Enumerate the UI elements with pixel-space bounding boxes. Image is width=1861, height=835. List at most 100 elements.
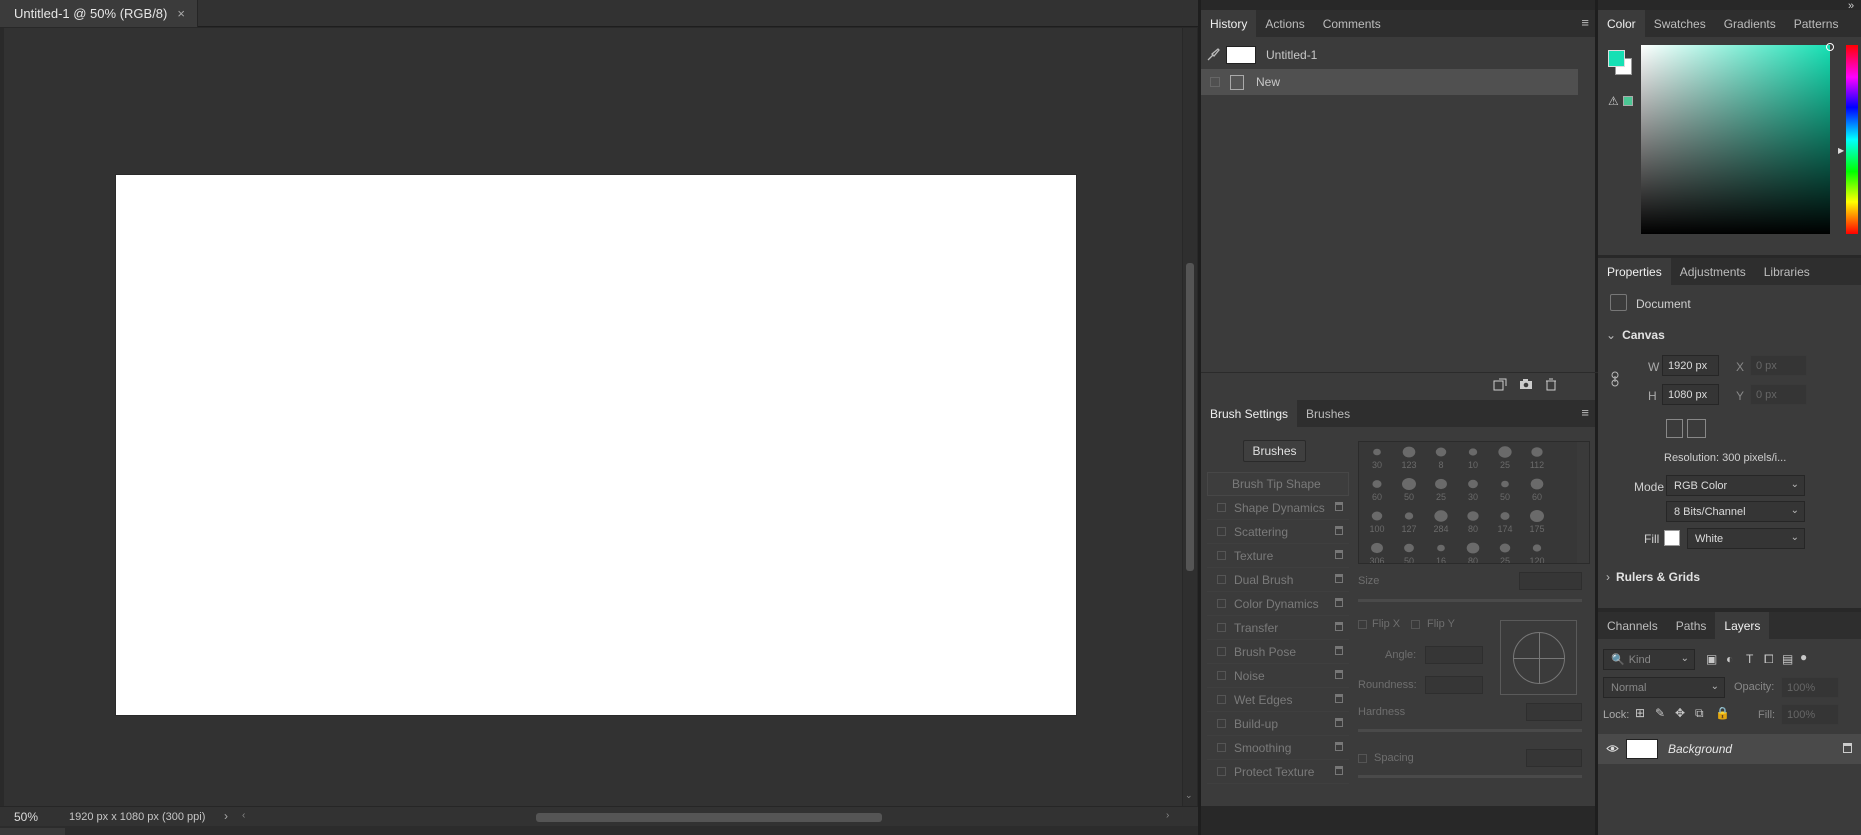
brush-tip-preset[interactable]: 120 (1521, 540, 1553, 563)
option-checkbox[interactable] (1217, 551, 1226, 560)
tab-swatches[interactable]: Swatches (1645, 10, 1715, 37)
chevron-down-icon[interactable]: ⌄ (1791, 479, 1799, 490)
color-picker-cursor[interactable] (1826, 43, 1834, 51)
brush-option[interactable]: Transfer (1207, 616, 1349, 640)
lock-icon[interactable] (1843, 743, 1852, 753)
hue-slider-arrow[interactable]: ▶ (1838, 146, 1844, 155)
option-checkbox[interactable] (1217, 503, 1226, 512)
lock-icon[interactable] (1335, 742, 1343, 751)
lock-icon[interactable] (1335, 622, 1343, 631)
chevron-right-icon[interactable]: › (1606, 570, 1610, 584)
scroll-down-icon[interactable]: ⌄ (1185, 790, 1193, 801)
lock-icon[interactable] (1335, 526, 1343, 535)
brush-tip-preset[interactable]: 50 (1393, 540, 1425, 563)
brush-tip-scrollbar[interactable] (1577, 442, 1589, 563)
option-checkbox[interactable] (1217, 695, 1226, 704)
layer-filter-dropdown[interactable]: 🔍 Kind ⌄ (1603, 649, 1695, 670)
lock-position-icon[interactable]: ✥ (1675, 706, 1685, 720)
shape-layer-filter-icon[interactable]: ⧠ (1764, 652, 1774, 667)
lock-all-icon[interactable]: 🔒 (1715, 706, 1730, 720)
brush-tip-preset[interactable]: 174 (1489, 508, 1521, 540)
scroll-left-icon[interactable]: ‹ (242, 810, 245, 821)
filter-toggle-icon[interactable]: ● (1800, 650, 1807, 664)
brush-tip-preset[interactable]: 25 (1489, 444, 1521, 476)
foreground-color-swatch[interactable] (1608, 50, 1625, 67)
brush-option[interactable]: Wet Edges (1207, 688, 1349, 712)
brush-tip-preset[interactable]: 30 (1457, 476, 1489, 508)
portrait-orientation-icon[interactable] (1666, 419, 1683, 438)
document-canvas[interactable] (116, 175, 1076, 715)
brush-tip-preset[interactable]: 50 (1393, 476, 1425, 508)
tab-properties[interactable]: Properties (1598, 258, 1671, 285)
y-field[interactable]: 0 px (1750, 384, 1807, 405)
layer-name[interactable]: Background (1668, 742, 1732, 756)
brush-tip-preset[interactable]: 8 (1425, 444, 1457, 476)
lock-image-icon[interactable]: ✎ (1655, 706, 1665, 720)
document-tab-title[interactable]: Untitled-1 @ 50% (RGB/8) (14, 6, 167, 21)
option-checkbox[interactable] (1217, 647, 1226, 656)
brush-option[interactable]: Noise (1207, 664, 1349, 688)
lock-icon[interactable] (1335, 502, 1343, 511)
bit-depth-dropdown[interactable]: 8 Bits/Channel ⌄ (1666, 501, 1805, 522)
fill-color-swatch[interactable] (1664, 530, 1680, 546)
chevron-down-icon[interactable]: ⌄ (1606, 328, 1616, 342)
landscape-orientation-icon[interactable] (1687, 419, 1706, 438)
close-icon[interactable]: × (177, 6, 185, 21)
brush-tip-preset[interactable]: 25 (1425, 476, 1457, 508)
brush-tip-preset[interactable]: 284 (1425, 508, 1457, 540)
chevron-down-icon[interactable]: ⌄ (1681, 653, 1689, 664)
lock-icon[interactable] (1335, 550, 1343, 559)
hardness-slider[interactable] (1358, 729, 1582, 732)
link-icon[interactable] (1610, 371, 1620, 390)
option-checkbox[interactable] (1217, 527, 1226, 536)
lock-icon[interactable] (1335, 718, 1343, 727)
tab-libraries[interactable]: Libraries (1755, 258, 1819, 285)
spacing-slider[interactable] (1358, 775, 1582, 778)
brush-option[interactable]: Dual Brush (1207, 568, 1349, 592)
opacity-field[interactable]: 100% (1781, 677, 1839, 698)
tab-gradients[interactable]: Gradients (1715, 10, 1785, 37)
option-checkbox[interactable] (1217, 599, 1226, 608)
lock-icon[interactable] (1335, 598, 1343, 607)
brush-tip-preset[interactable]: 306 (1361, 540, 1393, 563)
layer-row[interactable]: Background (1598, 734, 1861, 764)
brush-tip-preset[interactable]: 100 (1361, 508, 1393, 540)
brush-option[interactable]: Texture (1207, 544, 1349, 568)
brush-option[interactable]: Build-up (1207, 712, 1349, 736)
width-field[interactable]: 1920 px (1662, 355, 1719, 376)
option-checkbox[interactable] (1217, 623, 1226, 632)
scroll-right-icon[interactable]: › (1166, 810, 1169, 821)
brush-tip-preset[interactable]: 175 (1521, 508, 1553, 540)
brush-option[interactable]: Color Dynamics (1207, 592, 1349, 616)
canvas-section-header[interactable]: ⌄ Canvas (1606, 328, 1665, 342)
pixel-layer-filter-icon[interactable]: ▣ (1706, 652, 1717, 666)
size-field[interactable] (1519, 572, 1582, 590)
hardness-field[interactable] (1526, 703, 1582, 721)
roundness-field[interactable] (1425, 676, 1483, 694)
flip-y-checkbox[interactable] (1411, 620, 1420, 629)
fill-dropdown[interactable]: White ⌄ (1687, 528, 1805, 549)
height-field[interactable]: 1080 px (1662, 384, 1719, 405)
chevron-down-icon[interactable]: ⌄ (1711, 681, 1719, 692)
tab-layers[interactable]: Layers (1715, 612, 1770, 639)
mode-dropdown[interactable]: RGB Color ⌄ (1666, 475, 1805, 496)
adjustment-layer-filter-icon[interactable]: ◐ (1726, 652, 1733, 666)
gamut-warning-icon[interactable]: ⚠ (1608, 94, 1619, 108)
brush-tip-shape[interactable]: Brush Tip Shape (1207, 472, 1349, 496)
brush-tip-grid[interactable]: 30 123 8 10 25 112 60 50 25 30 50 60 100 127 284 80 174 1… (1358, 441, 1590, 564)
brush-tip-preset[interactable]: 60 (1361, 476, 1393, 508)
lock-icon[interactable] (1335, 694, 1343, 703)
brush-tip-preset[interactable]: 112 (1521, 444, 1553, 476)
smart-object-filter-icon[interactable]: ▤ (1782, 652, 1793, 666)
lock-artboard-icon[interactable]: ⧉ (1695, 706, 1704, 721)
spacing-checkbox[interactable] (1358, 754, 1367, 763)
option-checkbox[interactable] (1217, 671, 1226, 680)
option-checkbox[interactable] (1217, 719, 1226, 728)
flip-x-checkbox[interactable] (1358, 620, 1367, 629)
horizontal-scroll-thumb[interactable] (536, 813, 882, 822)
color-field[interactable] (1641, 45, 1830, 234)
lock-icon[interactable] (1335, 646, 1343, 655)
brush-tip-preset[interactable]: 50 (1489, 476, 1521, 508)
rulers-section-header[interactable]: › Rulers & Grids (1606, 570, 1700, 584)
fill-opacity-field[interactable]: 100% (1781, 704, 1839, 725)
